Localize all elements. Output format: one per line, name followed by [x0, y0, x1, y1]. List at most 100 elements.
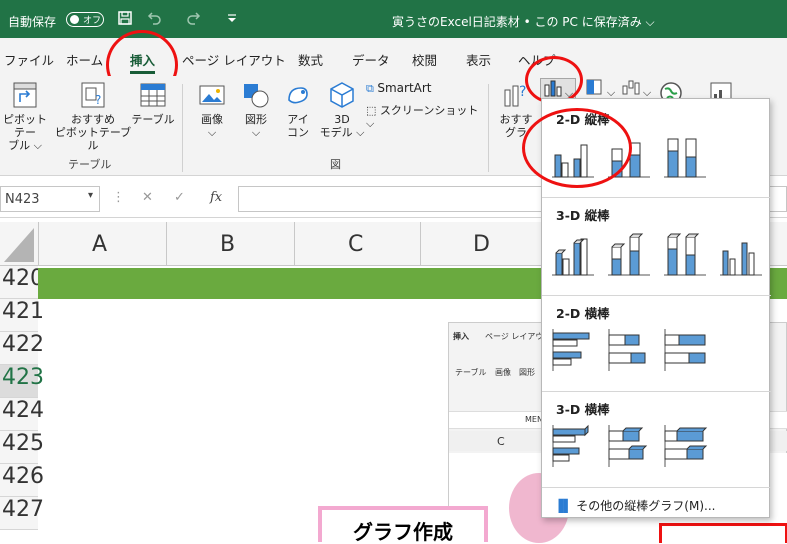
- select-all-corner[interactable]: [0, 222, 38, 266]
- group-label-table: テーブル: [68, 158, 112, 171]
- svg-text:?: ?: [95, 93, 101, 107]
- formula-options-icon[interactable]: ⋮: [112, 190, 125, 205]
- icons-label-2: コン: [287, 126, 309, 139]
- recommended-pivottable-button[interactable]: ? おすすめ ピボットテーブル: [54, 80, 132, 152]
- clustered-bar-icon[interactable]: [550, 327, 596, 373]
- icons-button[interactable]: アイ コン: [280, 80, 316, 139]
- pivottable-icon: [13, 82, 37, 108]
- icons-icon: [288, 87, 308, 104]
- redo-icon[interactable]: [186, 10, 202, 26]
- row-header-424[interactable]: 424: [0, 398, 44, 431]
- waterfall-chart-button[interactable]: ⌵: [618, 78, 654, 99]
- smartart-button[interactable]: ⧉ SmartArt: [366, 82, 486, 96]
- screenshot-button[interactable]: ⬚ スクリーンショット ⌵: [366, 104, 486, 130]
- autosave-toggle[interactable]: オフ: [66, 12, 104, 27]
- tab-data[interactable]: データ: [352, 50, 390, 69]
- pivottable-label-2: ブル ⌵: [8, 139, 42, 152]
- image-label: 画像: [201, 113, 223, 126]
- 3d-models-button[interactable]: 3D モデル ⌵: [318, 80, 366, 139]
- 3d-stacked-bar-icon[interactable]: [606, 423, 652, 469]
- image-dropdown-icon: ⌵: [207, 126, 217, 139]
- table-button[interactable]: テーブル: [130, 80, 176, 126]
- recommended-pivottable-label-2: ピボットテーブル: [54, 126, 132, 152]
- undo-icon[interactable]: [146, 10, 162, 26]
- pivottable-button[interactable]: ピボットテー ブル ⌵: [0, 80, 52, 152]
- icons-label-1: アイ: [287, 113, 309, 126]
- row-header-420[interactable]: 420: [0, 266, 44, 299]
- tab-page-layout[interactable]: ページ レイアウト: [182, 50, 286, 69]
- banner-box: グラフ作成: [318, 506, 488, 544]
- more-column-charts-link[interactable]: ▐▌ その他の縦棒グラフ(M)...: [554, 497, 715, 514]
- shapes-dropdown-icon: ⌵: [251, 126, 261, 139]
- section-3d-column: 3-D 縦棒: [556, 208, 610, 223]
- ribbon-separator: [488, 84, 489, 172]
- row-header-427[interactable]: 427: [0, 497, 44, 530]
- table-label: テーブル: [131, 113, 175, 126]
- row-header-425[interactable]: 425: [0, 431, 44, 464]
- dropdown-separator: [542, 391, 771, 392]
- name-box[interactable]: N423 ▾: [0, 186, 100, 212]
- column-header-d[interactable]: D: [473, 232, 490, 257]
- 100-stacked-bar-icon[interactable]: [662, 327, 708, 373]
- save-icon[interactable]: [117, 10, 133, 26]
- 3d-models-label-2: モデル ⌵: [319, 126, 365, 139]
- inset-column-c: C: [497, 435, 505, 448]
- name-box-value: N423: [5, 192, 40, 207]
- stacked-bar-icon[interactable]: [606, 327, 652, 373]
- table-icon: [140, 83, 166, 107]
- shapes-icon: [244, 84, 269, 108]
- 3d-clustered-bar-icon[interactable]: [550, 423, 596, 469]
- red-frame: [659, 523, 787, 543]
- tab-file[interactable]: ファイル: [4, 50, 54, 69]
- section-3d-bar: 3-D 横棒: [556, 402, 610, 417]
- 3d-clustered-column-icon[interactable]: [550, 229, 596, 279]
- screenshot-icon: ⬚: [366, 104, 377, 117]
- row-header-421[interactable]: 421: [0, 299, 44, 332]
- autosave-label: 自動保存: [8, 15, 57, 29]
- inset-image-label: 画像: [495, 368, 511, 377]
- dropdown-separator: [542, 487, 771, 488]
- 3d-100-stacked-column-icon[interactable]: [662, 229, 708, 279]
- row-header-423[interactable]: 423: [0, 365, 44, 398]
- tab-formulas[interactable]: 数式: [298, 50, 323, 69]
- more-charts-label: その他の縦棒グラフ(M)...: [576, 499, 716, 513]
- title-bar: 自動保存 オフ 寅うさのExcel日記素材 • この PC に保存済み ⌵: [0, 0, 787, 38]
- confirm-icon[interactable]: ✓: [174, 190, 185, 205]
- column-header-c[interactable]: C: [348, 232, 363, 257]
- shapes-button[interactable]: 図形 ⌵: [236, 80, 276, 139]
- column-header-a[interactable]: A: [92, 232, 107, 257]
- tab-review[interactable]: 校閲: [412, 50, 437, 69]
- toggle-knob: [70, 15, 79, 24]
- tab-view[interactable]: 表示: [466, 50, 491, 69]
- 3d-stacked-column-icon[interactable]: [606, 229, 652, 279]
- image-button[interactable]: 画像 ⌵: [192, 80, 232, 139]
- tab-home[interactable]: ホーム: [66, 50, 103, 69]
- cube-icon: [330, 82, 354, 108]
- dropdown-separator: [542, 197, 771, 198]
- row-header-422[interactable]: 422: [0, 332, 44, 365]
- recommended-charts-label-1: おすす: [499, 113, 533, 126]
- smartart-icon: ⧉: [366, 82, 374, 95]
- more-charts-icon: ▐▌: [554, 499, 573, 513]
- screenshot-label: スクリーンショット ⌵: [366, 104, 479, 130]
- shapes-label: 図形: [245, 113, 267, 126]
- highlight-circle-column-button: [525, 56, 583, 104]
- recommended-pivottable-label-1: おすすめ: [71, 113, 115, 126]
- name-box-dropdown-icon[interactable]: ▾: [88, 190, 93, 201]
- waterfall-chart-icon: [622, 80, 640, 95]
- inset-shape-label: 図形: [519, 368, 535, 377]
- 3d-column-icon[interactable]: [718, 229, 764, 279]
- customize-qat-icon[interactable]: [224, 10, 240, 26]
- row-header-426[interactable]: 426: [0, 464, 44, 497]
- toggle-label: オフ: [83, 16, 102, 26]
- document-title: 寅うさのExcel日記素材 • この PC に保存済み ⌵: [392, 15, 655, 29]
- hierarchy-chart-button[interactable]: ⌵: [582, 78, 618, 99]
- 3d-100-stacked-bar-icon[interactable]: [662, 423, 708, 469]
- 3d-models-label-1: 3D: [334, 113, 350, 126]
- cancel-icon[interactable]: ✕: [142, 190, 153, 205]
- 100-stacked-column-icon[interactable]: [662, 135, 708, 181]
- image-icon: [199, 85, 225, 105]
- column-header-b[interactable]: B: [220, 232, 235, 257]
- insert-function-icon[interactable]: fx: [210, 190, 222, 205]
- hierarchy-chart-icon: [586, 79, 602, 95]
